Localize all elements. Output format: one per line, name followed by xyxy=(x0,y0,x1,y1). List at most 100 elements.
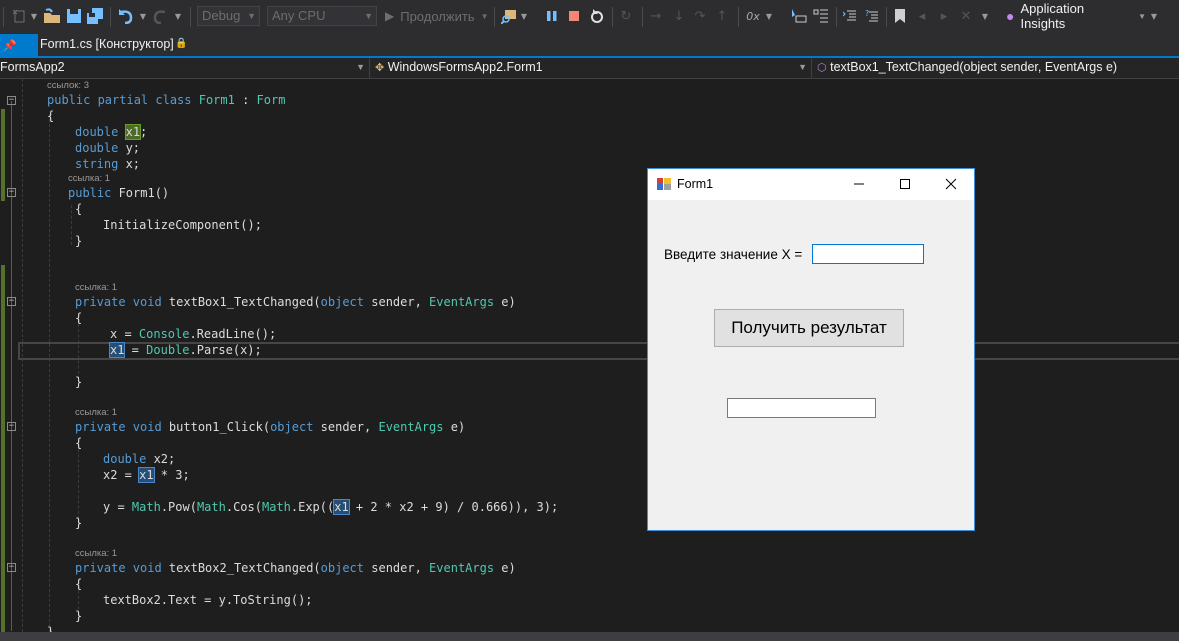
document-tabstrip: 📌 Form1.cs [Конструктор] 🔒 xyxy=(0,34,1179,58)
change-marker xyxy=(1,265,5,632)
code-line: public partial class Form1 : Form xyxy=(47,93,286,107)
config-select[interactable]: Debug ▼ xyxy=(197,6,260,26)
minimize-icon xyxy=(854,183,864,185)
stop-icon[interactable] xyxy=(567,6,581,26)
next-bookmark-icon[interactable]: ▸ xyxy=(936,6,952,26)
class-icon: ✥ xyxy=(375,62,385,74)
codelens-references[interactable]: ссылка: 1 xyxy=(75,407,117,418)
collapse-toggle[interactable]: − xyxy=(7,297,16,306)
prev-bookmark-icon[interactable]: ◂ xyxy=(914,6,930,26)
collapse-toggle[interactable]: − xyxy=(7,188,16,197)
code-line: private void textBox1_TextChanged(object… xyxy=(75,295,516,309)
codelens-references[interactable]: ссылка: 1 xyxy=(68,173,110,184)
outline-line xyxy=(11,101,12,631)
method-icon: ⬡ xyxy=(817,62,827,74)
code-line: private void textBox2_TextChanged(object… xyxy=(75,561,516,575)
indent-icon[interactable] xyxy=(842,6,858,26)
redo-icon[interactable] xyxy=(152,6,168,26)
svg-text:?: ? xyxy=(865,9,869,18)
code-line: { xyxy=(75,311,83,325)
step-arrow-icon[interactable]: → xyxy=(648,6,664,26)
code-line: } xyxy=(75,234,83,248)
new-project-dropdown[interactable]: ▼ xyxy=(30,6,38,26)
member-select[interactable]: ⬡ textBox1_TextChanged(object sender, Ev… xyxy=(813,58,1179,78)
comment-icon[interactable]: ? xyxy=(864,6,880,26)
find-in-files-icon[interactable] xyxy=(500,6,518,26)
undo-icon[interactable] xyxy=(117,6,135,26)
form-titlebar[interactable]: Form1 xyxy=(648,169,974,200)
code-line: InitializeComponent(); xyxy=(103,218,262,232)
collapse-toggle[interactable]: − xyxy=(7,96,16,105)
code-line: double x2; xyxy=(103,452,176,466)
hex-display-icon[interactable]: 0x xyxy=(744,6,762,26)
code-line: { xyxy=(75,202,83,216)
code-line: string x; xyxy=(75,157,141,171)
step-out-icon[interactable]: ↑ xyxy=(714,6,730,26)
code-line: double x1; xyxy=(75,124,148,140)
maximize-button[interactable] xyxy=(882,169,928,199)
bookmark-dropdown[interactable]: ▼ xyxy=(981,6,989,26)
code-line: x1 = Double.Parse(x); xyxy=(108,342,262,358)
code-line: } xyxy=(75,516,83,530)
platform-select[interactable]: Any CPU ▼ xyxy=(267,6,377,26)
change-marker xyxy=(1,109,5,201)
horizontal-scrollbar[interactable] xyxy=(0,632,1179,641)
close-icon xyxy=(945,178,957,190)
bookmark-icon[interactable] xyxy=(892,6,908,26)
code-line: x2 = x1 * 3; xyxy=(103,467,190,483)
app-insights-button[interactable]: ● Application Insights ▼ xyxy=(1006,1,1146,31)
class-select[interactable]: ✥ WindowsFormsApp2.Form1 ▼ xyxy=(371,58,812,78)
close-button[interactable] xyxy=(928,169,974,199)
code-line: private void button1_Click(object sender… xyxy=(75,420,466,434)
redo-dropdown[interactable]: ▼ xyxy=(174,6,182,26)
hex-dropdown[interactable]: ▼ xyxy=(765,6,773,26)
continue-button[interactable]: ▶ Продолжить ▼ xyxy=(385,6,495,26)
code-line: textBox2.Text = y.ToString(); xyxy=(103,593,313,607)
result-output[interactable] xyxy=(727,398,876,418)
refresh-icon[interactable]: ↻ xyxy=(618,6,634,26)
tab-controls: 📌 xyxy=(0,34,38,56)
form-app-icon xyxy=(657,178,671,190)
code-line: { xyxy=(75,436,83,450)
code-line: } xyxy=(75,609,83,623)
code-editor[interactable]: − − − − − ссылок: 3 public partial class… xyxy=(0,79,1179,639)
undo-dropdown[interactable]: ▼ xyxy=(139,6,147,26)
code-line: public Form1() xyxy=(68,186,170,200)
codelens-references[interactable]: ссылка: 1 xyxy=(75,282,117,293)
outline-icon[interactable] xyxy=(812,6,830,26)
minimize-button[interactable] xyxy=(836,169,882,199)
get-result-button[interactable]: Получить результат xyxy=(714,309,904,347)
toolbar-grip xyxy=(3,7,4,27)
toolbar-overflow[interactable]: ▼ xyxy=(1150,6,1158,26)
form1-window: Form1 Введите значение X = Получить резу… xyxy=(647,168,975,531)
new-project-icon[interactable] xyxy=(10,6,28,26)
lock-icon: 🔒 xyxy=(175,38,188,49)
main-toolbar: ▼ ▼ ▼ Debug ▼ Any CPU ▼ ▶ Продолжить ▼ ▼ ↻… xyxy=(0,0,1179,34)
restart-icon[interactable] xyxy=(589,6,605,26)
code-line: } xyxy=(75,375,83,389)
code-line: double y; xyxy=(75,141,141,155)
tab-form1-designer[interactable]: Form1.cs [Конструктор] xyxy=(40,37,174,51)
code-line: { xyxy=(75,577,83,591)
pin-icon[interactable]: 📌 xyxy=(3,39,17,52)
pause-icon[interactable] xyxy=(545,6,559,26)
clear-bookmark-icon[interactable]: ✕ xyxy=(958,6,974,26)
save-all-icon[interactable] xyxy=(86,6,104,26)
form-title: Form1 xyxy=(677,177,714,191)
x-value-input[interactable] xyxy=(812,244,924,264)
indent-guide xyxy=(71,205,72,245)
collapse-toggle[interactable]: − xyxy=(7,563,16,572)
step-into-icon[interactable]: ↓ xyxy=(671,6,687,26)
maximize-icon xyxy=(900,179,910,189)
collapse-toggle[interactable]: − xyxy=(7,422,16,431)
find-dropdown[interactable]: ▼ xyxy=(520,6,528,26)
continue-play-icon: ▶ xyxy=(385,9,395,23)
open-folder-icon[interactable] xyxy=(43,6,61,26)
save-icon[interactable] xyxy=(65,6,82,26)
code-line: y = Math.Pow(Math.Cos(Math.Exp((x1 + 2 *… xyxy=(103,499,559,515)
step-over-icon[interactable]: ↷ xyxy=(692,6,708,26)
codelens-references[interactable]: ссылок: 3 xyxy=(47,80,89,91)
select-element-icon[interactable] xyxy=(790,6,808,26)
codelens-references[interactable]: ссылка: 1 xyxy=(75,548,117,559)
project-select[interactable]: FormsApp2 ▼ xyxy=(0,58,370,78)
